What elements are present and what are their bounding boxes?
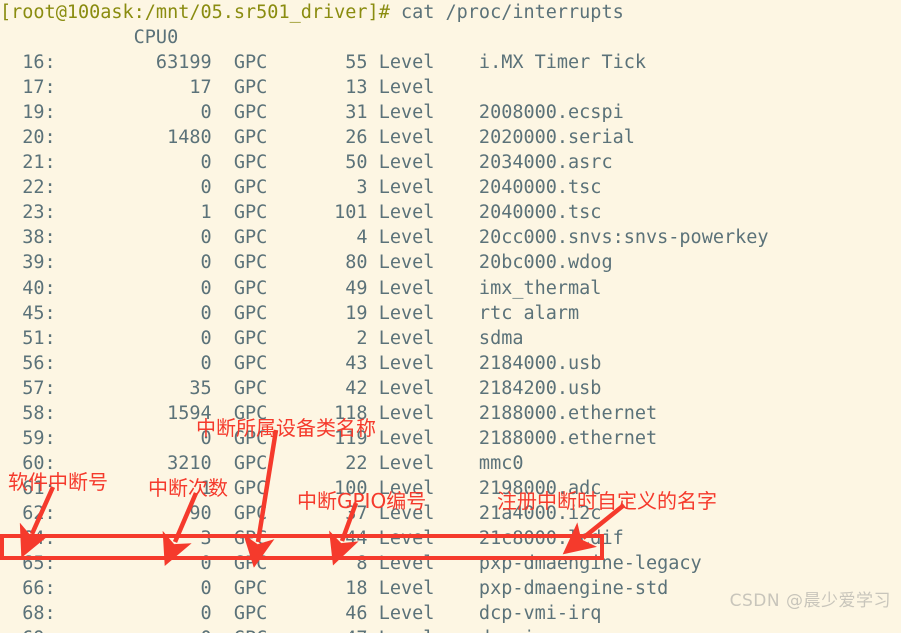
interrupts-table-row: 45: 0 GPC 19 Level rtc alarm: [0, 302, 580, 324]
terminal-prompt-line: [root@100ask:/mnt/05.sr501_driver]# cat …: [0, 0, 901, 25]
interrupts-table-row: 19: 0 GPC 31 Level 2008000.ecspi: [0, 102, 624, 124]
interrupts-table-row: 23: 1 GPC 101 Level 2040000.tsc: [0, 202, 602, 224]
interrupts-table-row: 22: 0 GPC 3 Level 2040000.tsc: [0, 177, 602, 199]
interrupts-table-row: 20: 1480 GPC 26 Level 2020000.serial: [0, 127, 635, 149]
interrupts-table-row: 51: 0 GPC 2 Level sdma: [0, 327, 524, 349]
interrupts-table-row: 16: 63199 GPC 55 Level i.MX Timer Tick: [0, 52, 647, 74]
interrupts-table-row: 17: 17 GPC 13 Level: [0, 77, 479, 99]
interrupts-table-row: 21: 0 GPC 50 Level 2034000.asrc: [0, 152, 613, 174]
terminal-screenshot: [root@100ask:/mnt/05.sr501_driver]# cat …: [0, 0, 901, 633]
csdn-watermark: CSDN @晨少爱学习: [729, 591, 891, 611]
interrupts-table-row: 69: 0 GPC 47 Level dcp-irq: [0, 626, 901, 633]
interrupts-table-row: 56: 0 GPC 43 Level 2184000.usb: [0, 352, 602, 374]
interrupts-table-row: 61: 1 GPC 100 Level 2198000.adc: [0, 477, 602, 499]
interrupts-table-row: 38: 0 GPC 4 Level 20cc000.snvs:snvs-powe…: [0, 227, 769, 249]
interrupts-table-row: 57: 35 GPC 42 Level 2184200.usb: [0, 377, 602, 399]
interrupts-table-row: 39: 0 GPC 80 Level 20bc000.wdog: [0, 252, 613, 274]
shell-command: cat /proc/interrupts: [389, 2, 624, 23]
interrupts-table-row: 59: 0 GPC 119 Level 2188000.ethernet: [0, 427, 658, 449]
interrupts-table-row: 40: 0 GPC 49 Level imx_thermal: [0, 277, 602, 299]
interrupts-table-row: 62: 90 GPC 37 Level 21a4000.i2c: [0, 502, 602, 524]
interrupts-table-row: 60: 3210 GPC 22 Level mmc0: [0, 452, 524, 474]
terminal-output: [root@100ask:/mnt/05.sr501_driver]# cat …: [0, 0, 901, 633]
interrupts-table-row: 58: 1594 GPC 118 Level 2188000.ethernet: [0, 402, 658, 424]
interrupts-table-header: CPU0: [0, 27, 179, 49]
shell-prompt: [root@100ask:/mnt/05.sr501_driver]#: [0, 2, 390, 23]
interrupts-table-row: 65: 0 GPC 8 Level pxp-dmaengine-legacy: [0, 553, 702, 575]
interrupts-table-row: 64: 3 GPC 44 Level 21c8000.lcdif: [0, 527, 624, 549]
